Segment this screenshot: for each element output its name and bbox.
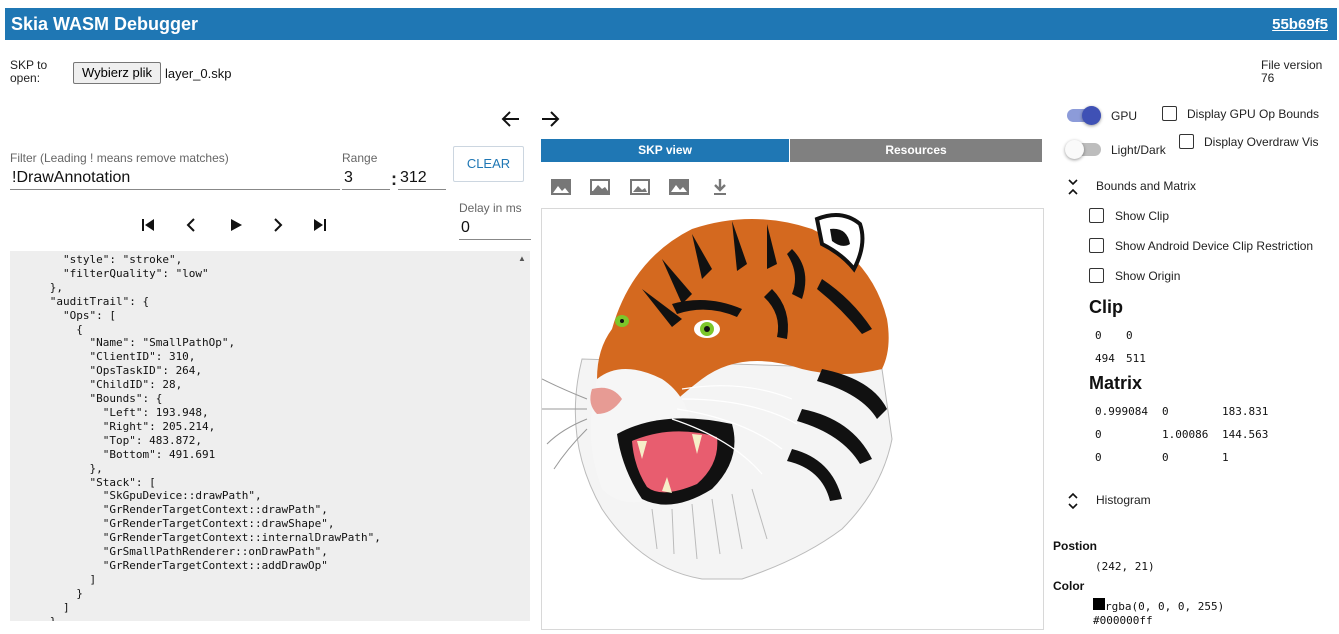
skp-canvas[interactable] — [541, 208, 1044, 630]
step-forward-icon[interactable] — [272, 218, 284, 232]
file-name: layer_0.skp — [165, 66, 232, 81]
delay-label: Delay in ms — [459, 201, 522, 215]
arrow-left-icon[interactable] — [501, 109, 521, 129]
position-label: Postion — [1053, 539, 1097, 553]
matrix-value: 0.999084 — [1095, 405, 1148, 418]
arrow-right-icon[interactable] — [540, 109, 560, 129]
show-android-clip-label: Show Android Device Clip Restriction — [1115, 239, 1314, 253]
skp-open-label: SKP to open: — [10, 59, 47, 85]
matrix-value: 183.831 — [1222, 405, 1269, 418]
version-link[interactable]: 55b69f5 — [1272, 16, 1328, 33]
clip-title: Clip — [1089, 297, 1123, 317]
clip-value: 0 — [1095, 329, 1102, 342]
file-version: File version 76 — [1261, 59, 1322, 85]
show-origin-label: Show Origin — [1115, 269, 1181, 283]
gpu-op-bounds-checkbox[interactable] — [1162, 106, 1177, 121]
clip-value: 0 — [1126, 329, 1133, 342]
collapse-bounds-icon[interactable] — [1067, 178, 1079, 196]
lightdark-label: Light/Dark — [1111, 143, 1166, 157]
show-clip-checkbox[interactable] — [1089, 208, 1104, 223]
app-header: Skia WASM Debugger 55b69f5 — [5, 8, 1337, 40]
position-value: (242, 21) — [1095, 560, 1155, 573]
step-back-icon[interactable] — [185, 218, 197, 232]
show-clip-label: Show Clip — [1115, 209, 1170, 223]
clip-value: 494 — [1095, 352, 1115, 365]
matrix-title: Matrix — [1089, 373, 1143, 393]
matrix-value: 0 — [1095, 428, 1102, 441]
gpu-label: GPU — [1111, 109, 1138, 123]
gpu-op-bounds-label: Display GPU Op Bounds — [1187, 107, 1320, 121]
matrix-value: 0 — [1162, 405, 1169, 418]
matrix-value: 144.563 — [1222, 428, 1269, 441]
tab-skp-view[interactable]: SKP view — [541, 139, 789, 162]
download-icon[interactable] — [713, 178, 727, 196]
command-json-text: "style": "stroke", "filterQuality": "low… — [49, 253, 381, 621]
overdraw-checkbox[interactable] — [1179, 134, 1194, 149]
lightdark-toggle-knob[interactable] — [1065, 140, 1084, 159]
choose-file-button[interactable]: Wybierz plik — [73, 62, 161, 84]
expand-histogram-icon[interactable] — [1067, 491, 1079, 511]
show-android-clip-checkbox[interactable] — [1089, 238, 1104, 253]
overdraw-label: Display Overdraw Vis — [1204, 135, 1319, 149]
skip-last-icon[interactable] — [313, 218, 327, 232]
range-end-input[interactable] — [398, 167, 446, 190]
matrix-value: 1 — [1222, 451, 1229, 464]
range-start-input[interactable] — [342, 167, 390, 190]
range-separator: : — [391, 169, 397, 189]
matrix-value: 0 — [1095, 451, 1102, 464]
matrix-value: 1.00086 — [1162, 428, 1209, 441]
image-dark-icon[interactable] — [630, 179, 650, 195]
image-icon[interactable] — [551, 179, 571, 195]
bounds-matrix-label[interactable]: Bounds and Matrix — [1096, 179, 1196, 193]
histogram-label[interactable]: Histogram — [1096, 493, 1151, 507]
image-filled-icon[interactable] — [669, 179, 689, 195]
gpu-toggle-knob[interactable] — [1082, 106, 1101, 125]
show-origin-checkbox[interactable] — [1089, 268, 1104, 283]
scroll-up-icon[interactable]: ▲ — [518, 254, 526, 263]
color-swatch — [1093, 598, 1105, 610]
color-value: rgba(0, 0, 0, 255) — [1105, 600, 1225, 613]
image-outline-icon[interactable] — [590, 179, 610, 195]
app-title: Skia WASM Debugger — [11, 14, 199, 34]
clear-button[interactable]: CLEAR — [453, 146, 524, 182]
range-label: Range — [342, 151, 378, 165]
play-icon[interactable] — [229, 218, 243, 232]
clip-value: 511 — [1126, 352, 1146, 365]
color-label: Color — [1053, 579, 1085, 593]
filter-label: Filter (Leading ! means remove matches) — [10, 151, 229, 165]
skip-first-icon[interactable] — [141, 218, 155, 232]
tiger-image — [541, 213, 893, 580]
filter-input[interactable] — [10, 167, 340, 190]
matrix-value: 0 — [1162, 451, 1169, 464]
tab-resources[interactable]: Resources — [790, 139, 1042, 162]
command-json-panel[interactable]: "style": "stroke", "filterQuality": "low… — [10, 251, 530, 621]
delay-input[interactable] — [459, 217, 531, 240]
file-version-value: 76 — [1261, 71, 1275, 85]
skp-open-label-line2: open: — [10, 71, 41, 85]
